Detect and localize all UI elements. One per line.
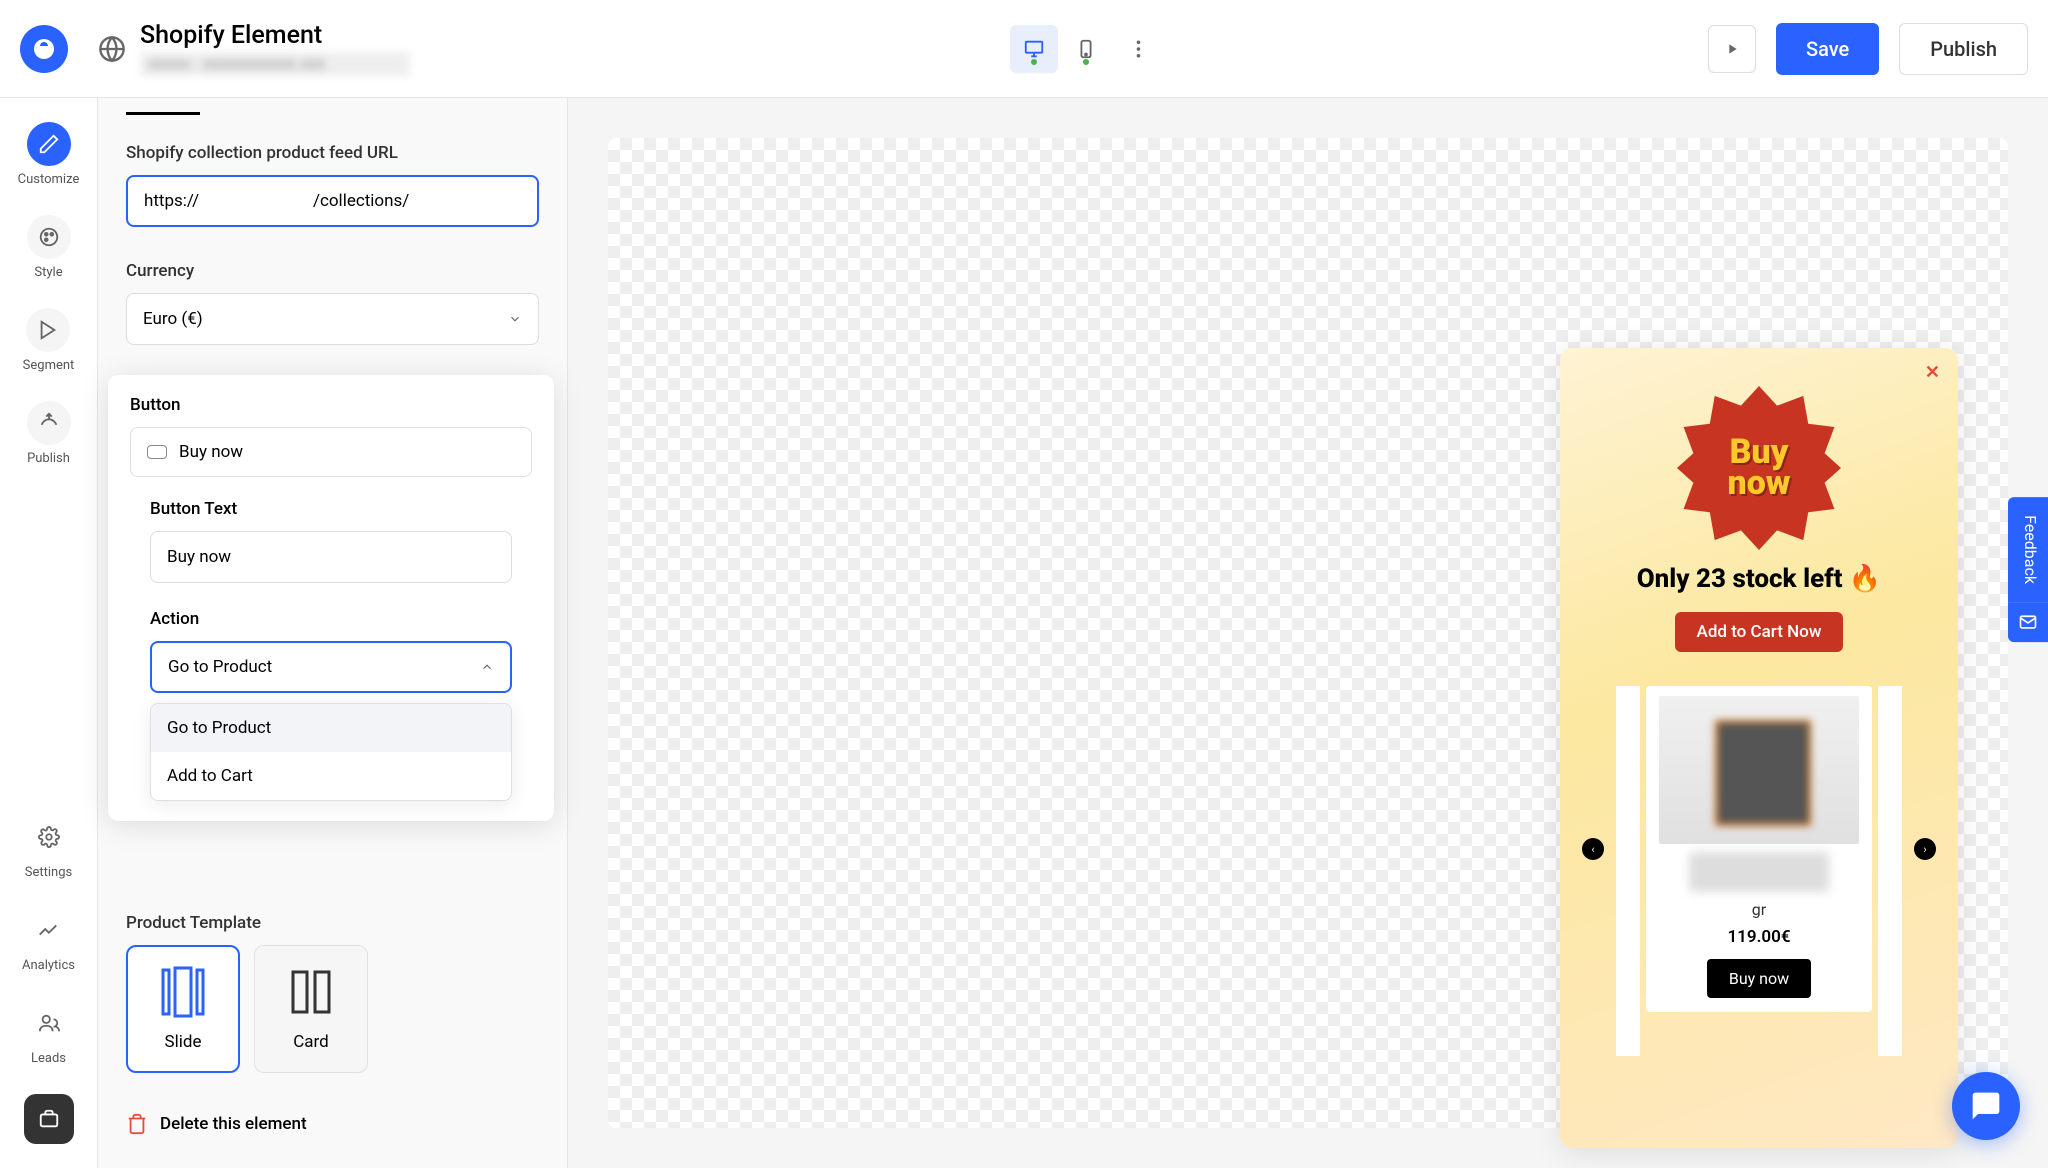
action-options: Go to Product Add to Cart [150,703,512,801]
device-mobile-button[interactable] [1062,25,1110,73]
product-card[interactable]: gr 119.00€ Buy now [1646,686,1872,1012]
product-sub: gr [1752,900,1766,919]
trash-icon [126,1113,148,1135]
toolbox-button[interactable] [24,1094,74,1144]
carousel-side-left [1616,686,1640,1056]
canvas-frame[interactable]: ✕ Buy now Only 23 stock left 🔥 Add to Ca… [608,138,2008,1128]
button-icon [147,445,167,459]
action-option[interactable]: Add to Cart [151,752,511,800]
product-buy-button[interactable]: Buy now [1707,959,1811,998]
template-card[interactable]: Card [254,945,368,1073]
button-config-popover: Button Buy now Button Text Action Go to … [108,375,554,821]
action-option[interactable]: Go to Product [151,704,511,752]
template-slide[interactable]: Slide [126,945,240,1073]
device-desktop-button[interactable] [1010,25,1058,73]
nav-style[interactable]: Style [27,215,71,280]
save-button[interactable]: Save [1776,23,1879,75]
feedback-tab[interactable]: Feedback [2008,497,2048,642]
popup-headline: Only 23 stock left 🔥 [1578,564,1940,594]
buy-now-badge: Buy now [1677,386,1841,550]
button-text-label: Button Text [150,499,512,519]
template-label: Product Template [126,913,539,933]
more-options-button[interactable] [1122,25,1154,73]
page-title: Shopify Element [140,21,410,50]
feed-url-input[interactable] [126,175,539,227]
feed-url-label: Shopify collection product feed URL [126,143,539,163]
nav-publish[interactable]: Publish [27,401,71,466]
carousel-next-button[interactable]: › [1914,838,1936,860]
add-to-cart-button[interactable]: Add to Cart Now [1675,612,1844,652]
button-text-input[interactable] [150,531,512,583]
delete-element-button[interactable]: Delete this element [126,1113,539,1135]
action-select[interactable]: Go to Product [150,641,512,693]
product-price: 119.00€ [1727,927,1790,947]
chevron-up-icon [480,660,494,674]
popover-title: Button [130,395,532,415]
close-icon[interactable]: ✕ [1925,362,1940,383]
nav-analytics[interactable]: Analytics [22,908,75,973]
publish-button[interactable]: Publish [1899,23,2028,75]
nav-customize[interactable]: Customize [18,122,80,187]
product-carousel: ‹ gr 119.00€ Buy now › [1578,686,1940,1012]
globe-icon [98,35,126,63]
product-name [1689,852,1829,892]
currency-label: Currency [126,261,539,281]
preview-button[interactable] [1708,25,1756,73]
nav-leads[interactable]: Leads [27,1001,71,1066]
chat-button[interactable] [1952,1072,2020,1140]
nav-settings[interactable]: Settings [25,815,72,880]
carousel-side-right [1878,686,1902,1056]
canvas-area: ✕ Buy now Only 23 stock left 🔥 Add to Ca… [568,98,2048,1168]
feedback-icon [2008,602,2048,642]
nav-rail: Customize Style Segment Publish Settings… [0,98,98,1168]
nav-segment[interactable]: Segment [23,308,75,373]
popup-preview: ✕ Buy now Only 23 stock left 🔥 Add to Ca… [1560,348,1958,1148]
button-row[interactable]: Buy now [130,427,532,477]
page-subtitle: xxxxx : xxxxxxxxxxx.xxx [140,52,410,76]
carousel-prev-button[interactable]: ‹ [1582,838,1604,860]
product-image [1659,696,1859,844]
currency-select[interactable]: Euro (€) [126,293,539,345]
chevron-down-icon [508,312,522,326]
action-label: Action [150,609,512,629]
app-logo[interactable] [20,25,68,73]
